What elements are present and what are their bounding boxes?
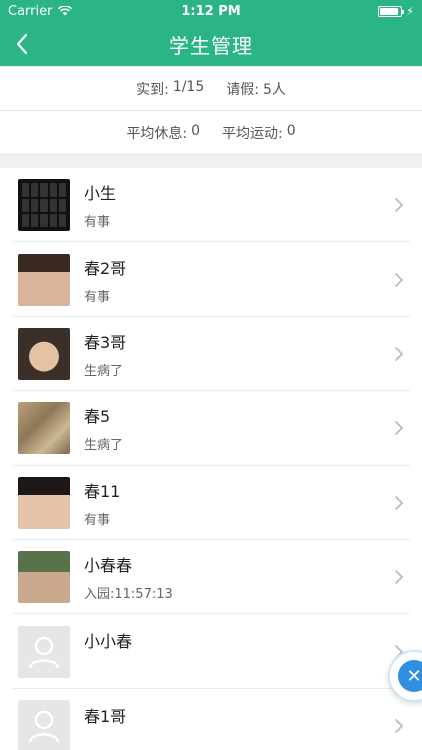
student-name: 春5 [84, 407, 111, 427]
student-info: 春11 有事 [84, 478, 422, 528]
student-status: 有事 [84, 215, 111, 231]
stat-sport-value: 0 [286, 122, 296, 139]
student-status: 生病了 [84, 363, 124, 379]
student-info: 春2哥 有事 [84, 255, 422, 305]
section-divider [0, 154, 422, 168]
student-info: 小春春 入园:11:57:13 [84, 552, 422, 602]
student-avatar [18, 551, 70, 604]
student-avatar [18, 625, 70, 678]
back-chevron-icon [16, 33, 28, 55]
student-avatar [18, 253, 70, 306]
screen: Carrier 1:12 PM ⚡ 学生管理 实到: 1/15 请假: 5人 平… [0, 0, 422, 750]
stat-leave-label: 请假: [226, 81, 259, 98]
stat-leave: 请假: 5人 [226, 79, 286, 99]
header: Carrier 1:12 PM ⚡ 学生管理 [0, 0, 422, 66]
student-avatar [18, 179, 70, 232]
student-info: 春3哥 生病了 [84, 329, 422, 379]
chevron-right-icon [395, 347, 404, 361]
chevron-right-icon [395, 570, 404, 585]
student-row[interactable]: 小春春 入园:11:57:13 [0, 540, 422, 615]
student-status: 入园:11:57:13 [84, 587, 173, 603]
student-row[interactable]: 春2哥 有事 [0, 242, 422, 318]
default-user-icon [28, 710, 60, 743]
student-avatar [18, 327, 70, 380]
chevron-right-icon [395, 719, 404, 733]
student-row[interactable]: 春5 生病了 [0, 391, 422, 466]
stat-rest-value: 0 [191, 122, 200, 139]
page-title: 学生管理 [169, 33, 253, 58]
student-name: 春3哥 [84, 332, 127, 352]
assistant-icon: ✕ [398, 660, 422, 692]
status-time: 1:12 PM [181, 4, 241, 19]
back-button[interactable] [8, 30, 36, 58]
stat-arrived-value: 1/15 [172, 78, 205, 95]
student-list: 小生 有事 春2哥 有事 春3哥 生病了 春5 生病了 春11 有事 小春春 入… [0, 168, 422, 750]
chevron-right-icon [395, 421, 404, 436]
student-name: 小小春 [84, 632, 133, 652]
student-avatar [18, 402, 70, 455]
stat-sport-label: 平均运动: [222, 125, 283, 142]
student-name: 春2哥 [84, 258, 127, 278]
status-bar: Carrier 1:12 PM ⚡ [0, 0, 422, 22]
student-info: 小小春 [84, 628, 422, 659]
student-info: 春5 生病了 [84, 403, 422, 453]
student-info: 春1哥 [84, 703, 422, 734]
nav-bar: 学生管理 [0, 22, 422, 66]
stat-arrived-label: 实到: [136, 81, 169, 98]
student-row[interactable]: 小生 有事 [0, 168, 422, 243]
stats-row-attendance: 实到: 1/15 请假: 5人 [0, 66, 422, 110]
stats-row-activity: 平均休息: 0 平均运动: 0 [0, 110, 422, 154]
student-row[interactable]: 小小春 [0, 614, 422, 690]
student-info: 小生 有事 [84, 180, 422, 230]
student-name: 小生 [84, 184, 117, 204]
chevron-right-icon [395, 198, 404, 213]
student-avatar [18, 699, 70, 750]
stat-sport: 平均运动: 0 [222, 123, 296, 143]
student-avatar [18, 476, 70, 529]
stat-rest: 平均休息: 0 [126, 123, 200, 143]
student-row[interactable]: 春1哥 [0, 689, 422, 750]
student-name: 小春春 [84, 556, 133, 576]
chevron-right-icon [395, 272, 404, 287]
battery-level [380, 7, 399, 15]
stat-arrived: 实到: 1/15 [136, 79, 204, 99]
student-status: 有事 [84, 289, 111, 305]
battery-icon [378, 5, 405, 17]
student-status: 生病了 [84, 438, 124, 454]
student-status: 有事 [84, 512, 111, 528]
default-user-icon [28, 636, 60, 668]
stats-panel: 实到: 1/15 请假: 5人 平均休息: 0 平均运动: 0 [0, 66, 422, 154]
student-name: 春11 [84, 481, 121, 501]
stat-leave-value: 5人 [262, 81, 286, 98]
student-row[interactable]: 春11 有事 [0, 466, 422, 541]
student-name: 春1哥 [84, 706, 127, 726]
student-row[interactable]: 春3哥 生病了 [0, 317, 422, 392]
stat-rest-label: 平均休息: [126, 125, 188, 142]
chevron-right-icon [395, 495, 404, 510]
